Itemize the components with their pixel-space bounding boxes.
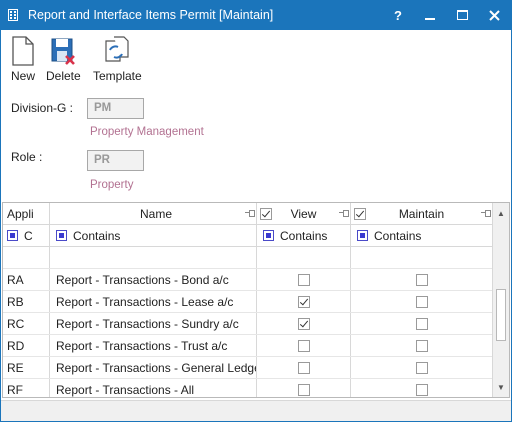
minimize-icon [425,18,435,20]
filter-icon[interactable] [263,230,274,241]
pin-icon[interactable] [339,209,349,217]
view-cell [257,357,351,378]
view-cell [257,291,351,312]
view-checkbox[interactable] [297,317,310,330]
scroll-thumb[interactable] [496,289,506,341]
maintain-cell [351,357,493,378]
minimize-button[interactable] [414,0,446,30]
row-code: RC [3,313,50,334]
row-code: RE [3,357,50,378]
table-row[interactable]: RF Report - Transactions - All [3,379,493,397]
filter-icon[interactable] [357,230,368,241]
new-button[interactable]: New [8,35,38,83]
maintain-checkbox[interactable] [415,383,428,396]
vertical-scrollbar[interactable]: ▲ ▼ [492,203,509,397]
header-name[interactable]: Name [50,203,257,224]
table-row[interactable]: RB Report - Transactions - Lease a/c [3,291,493,313]
template-button[interactable]: Template [93,35,142,83]
view-checkbox[interactable] [297,361,310,374]
row-name: Report - Transactions - Lease a/c [50,291,257,312]
row-code: RB [3,291,50,312]
role-label: Role : [11,150,43,164]
building-icon [6,8,20,22]
maintain-cell [351,291,493,312]
role-code-field[interactable]: PR [87,150,144,171]
status-bar [1,400,511,421]
header-maintain[interactable]: Maintain [351,203,493,224]
table-row[interactable]: RE Report - Transactions - General Ledger [3,357,493,379]
role-description: Property [90,179,134,191]
table-row[interactable]: RC Report - Transactions - Sundry a/c [3,313,493,335]
view-cell [257,335,351,356]
division-code-field[interactable]: PM [87,98,144,119]
maintain-select-all-checkbox[interactable] [354,208,366,220]
maintain-checkbox[interactable] [415,339,428,352]
maintain-cell [351,313,493,334]
filter-appli[interactable]: C [3,225,50,246]
maintain-cell [351,335,493,356]
view-checkbox[interactable] [297,383,310,396]
filter-icon[interactable] [7,230,18,241]
close-button[interactable] [478,0,510,30]
new-label: New [10,69,35,83]
maximize-button[interactable] [446,0,478,30]
maintain-cell [351,379,493,397]
scroll-down-icon[interactable]: ▼ [493,379,509,395]
scroll-up-icon[interactable]: ▲ [493,205,509,221]
view-cell [257,269,351,290]
maintain-checkbox[interactable] [415,317,428,330]
row-name: Report - Transactions - General Ledger [50,357,257,378]
maintain-checkbox[interactable] [415,361,428,374]
view-checkbox[interactable] [297,339,310,352]
maximize-icon [456,10,468,20]
filter-maintain[interactable]: Contains [351,225,493,246]
empty-row [3,247,493,269]
pin-icon[interactable] [245,209,255,217]
view-checkbox[interactable] [297,273,310,286]
row-name: Report - Transactions - Trust a/c [50,335,257,356]
grid-filter-row: C Contains Contains Contains [3,225,493,247]
view-cell [257,313,351,334]
row-code: RF [3,379,50,397]
delete-save-icon [48,35,78,67]
toolbar: New Delete Template [0,30,512,88]
permissions-grid: Appli Name View Maintain C Contains Cont… [2,202,510,398]
grid-header-row: Appli Name View Maintain [3,203,493,225]
help-button[interactable]: ? [382,0,414,30]
template-label: Template [93,69,142,83]
filter-name[interactable]: Contains [50,225,257,246]
row-name: Report - Transactions - Bond a/c [50,269,257,290]
table-row[interactable]: RA Report - Transactions - Bond a/c [3,269,493,291]
title-bar: Report and Interface Items Permit [Maint… [0,0,512,30]
maintain-checkbox[interactable] [415,295,428,308]
table-row[interactable]: RD Report - Transactions - Trust a/c [3,335,493,357]
delete-label: Delete [46,69,81,83]
close-icon [488,9,500,21]
view-checkbox[interactable] [297,295,310,308]
view-cell [257,379,351,397]
pin-icon[interactable] [481,209,491,217]
filter-icon[interactable] [56,230,67,241]
row-code: RA [3,269,50,290]
new-document-icon [8,35,38,67]
maintain-checkbox[interactable] [415,273,428,286]
row-code: RD [3,335,50,356]
division-description: Property Management [90,126,204,138]
header-appli[interactable]: Appli [3,203,50,224]
filter-view[interactable]: Contains [257,225,351,246]
maintain-cell [351,269,493,290]
template-icon [102,35,132,67]
view-select-all-checkbox[interactable] [260,208,272,220]
row-name: Report - Transactions - All [50,379,257,397]
division-label: Division-G : [11,101,74,115]
header-view[interactable]: View [257,203,351,224]
delete-button[interactable]: Delete [46,35,81,83]
window-title: Report and Interface Items Permit [Maint… [28,8,274,22]
row-name: Report - Transactions - Sundry a/c [50,313,257,334]
